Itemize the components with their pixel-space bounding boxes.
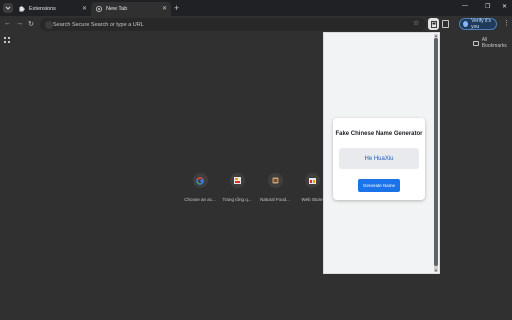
generated-name-display: He HuaXiu xyxy=(339,148,419,169)
close-window-icon[interactable]: ✕ xyxy=(502,3,507,10)
site-icon xyxy=(229,173,245,188)
apps-grid-icon[interactable] xyxy=(4,37,10,43)
chevron-down-icon xyxy=(5,6,11,10)
tab-strip: Extensions ✕ New Tab ✕ + — ❐ ✕ xyxy=(0,0,512,16)
avatar xyxy=(463,21,469,27)
popup-scrollbar[interactable] xyxy=(434,34,438,272)
shortcut-tile[interactable]: Trang tổng q... xyxy=(217,173,257,202)
profile-button-label: Verify it's you xyxy=(471,18,491,30)
extension-icon xyxy=(430,20,437,28)
reload-icon[interactable]: ↻ xyxy=(28,20,34,28)
tab-title: Extensions xyxy=(29,6,56,12)
omnibox[interactable] xyxy=(40,18,426,31)
more-menu-icon[interactable]: ⋮ xyxy=(503,19,510,27)
extensions-menu-icon[interactable] xyxy=(442,20,449,28)
chrome-icon xyxy=(96,6,102,12)
restore-icon[interactable]: ❐ xyxy=(485,3,490,10)
all-bookmarks-label: All Bookmarks xyxy=(481,37,507,49)
new-tab-button[interactable]: + xyxy=(174,3,179,13)
extension-button-active[interactable] xyxy=(428,18,439,30)
puzzle-icon xyxy=(19,6,25,12)
omnibox-input[interactable] xyxy=(53,19,393,30)
scroll-down-icon[interactable]: ▼ xyxy=(434,268,438,273)
bookmark-star-icon[interactable]: ☆ xyxy=(413,19,419,27)
scroll-up-icon[interactable]: ▲ xyxy=(434,33,438,38)
tab-search-button[interactable] xyxy=(3,3,13,13)
web-store-icon xyxy=(304,173,320,188)
close-icon[interactable]: ✕ xyxy=(162,5,167,12)
scrollbar-thumb[interactable] xyxy=(434,38,438,266)
popup-title: Fake Chinese Name Generator xyxy=(335,131,423,137)
food-icon xyxy=(267,173,283,188)
google-icon xyxy=(192,173,208,188)
tab-extensions[interactable]: Extensions ✕ xyxy=(14,2,91,16)
forward-icon[interactable]: → xyxy=(16,20,23,27)
shortcut-label: Natural Food... xyxy=(260,197,290,202)
shortcut-tile[interactable]: Natural Food... xyxy=(255,173,295,202)
minimize-icon[interactable]: — xyxy=(462,3,468,9)
tab-new-tab[interactable]: New Tab ✕ xyxy=(91,2,171,16)
profile-button[interactable]: Verify it's you xyxy=(459,18,497,30)
all-bookmarks-button[interactable]: All Bookmarks xyxy=(473,37,512,49)
tab-title: New Tab xyxy=(106,6,128,12)
shortcut-tile[interactable]: Choose an ac... xyxy=(180,173,220,202)
generator-card: Fake Chinese Name Generator He HuaXiu Ge… xyxy=(333,118,425,200)
generate-name-button[interactable]: Generate Name xyxy=(358,179,400,192)
shortcut-label: Choose an ac... xyxy=(184,197,216,202)
folder-icon xyxy=(473,40,479,46)
back-icon[interactable]: ← xyxy=(4,20,11,27)
search-engine-icon xyxy=(45,20,53,29)
close-icon[interactable]: ✕ xyxy=(82,5,87,12)
shortcut-label: Trang tổng q... xyxy=(222,197,252,202)
